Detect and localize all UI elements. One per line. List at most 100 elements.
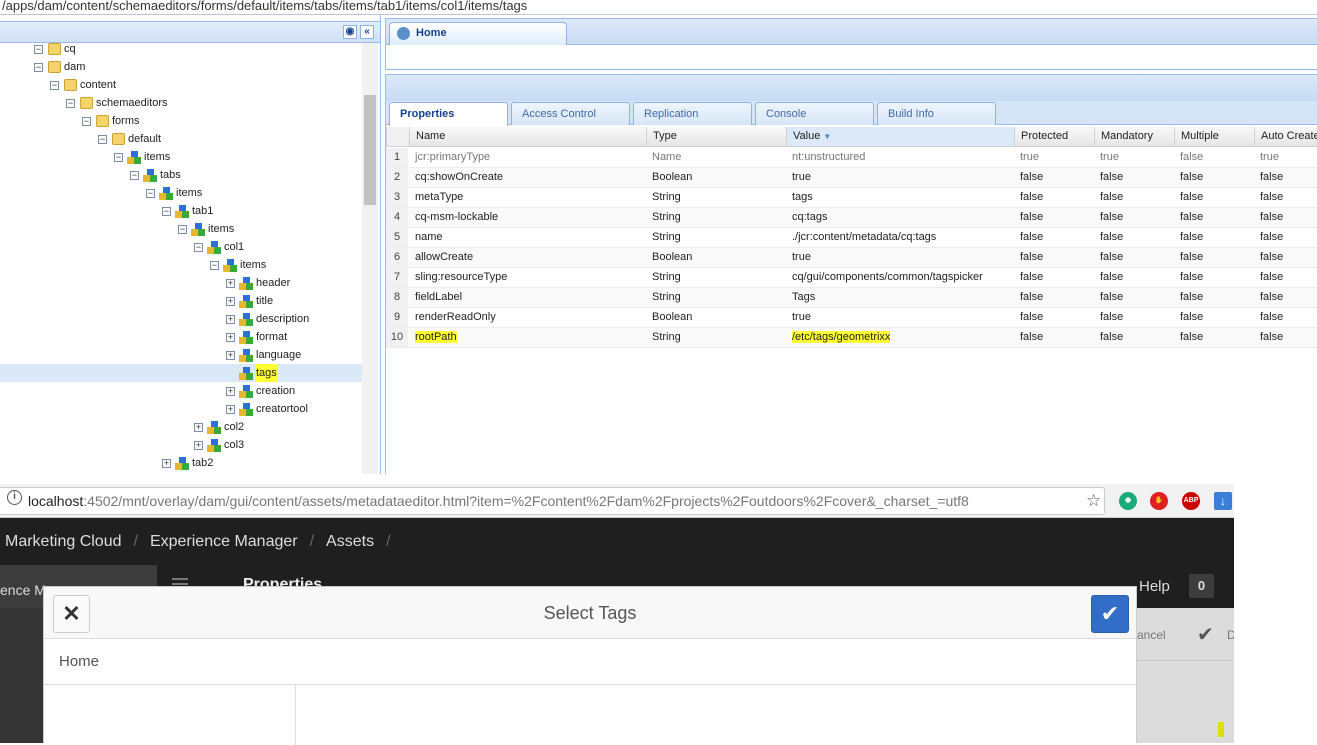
expand-toggle-icon[interactable]: + [194,441,203,450]
folder-icon [48,61,61,73]
column-header-type[interactable]: Type [646,127,786,146]
expand-toggle-icon[interactable]: + [226,315,235,324]
notification-badge[interactable]: 0 [1189,574,1214,598]
collapse-toggle-icon[interactable]: − [34,45,43,54]
expand-toggle-icon[interactable]: + [226,279,235,288]
tree-node-cq[interactable]: − cq [0,40,362,58]
collapse-toggle-icon[interactable]: − [66,99,75,108]
tree-node-header[interactable]: + header [0,274,362,292]
table-row[interactable]: 2 cq:showOnCreate Boolean true false false fal… [386,168,1317,188]
address-bar[interactable]: localhost:4502/mnt/overlay/dam/gui/conte… [0,487,1105,515]
tree-node-content[interactable]: − content [0,76,362,94]
tree-node-creatortool[interactable]: + creatortool [0,400,362,418]
table-row[interactable]: 8 fieldLabel String Tags false false false fals… [386,288,1317,308]
collapse-toggle-icon[interactable]: − [98,135,107,144]
expand-toggle-icon[interactable]: + [226,351,235,360]
tree-node-creation[interactable]: + creation [0,382,362,400]
dialog-breadcrumb-home[interactable]: Home [44,640,1136,685]
tree-node-col3[interactable]: + col3 [0,436,362,454]
column-header-auto-create[interactable]: Auto Create [1254,127,1317,146]
confirm-check-icon[interactable]: ✔ [1091,595,1129,633]
tree-node-label: items [176,187,203,199]
tree-scrollbar-thumb[interactable] [364,95,376,205]
table-row[interactable]: 3 metaType String tags false false false false [386,188,1317,208]
tree-node-col1[interactable]: − col1 [0,238,362,256]
tree-node-items[interactable]: − items [0,256,362,274]
collapse-double-chevron-icon[interactable]: « [360,25,374,39]
table-row[interactable]: 10 rootPath String/etc/tags/geometrixx fals… [386,328,1317,348]
tree-node-forms[interactable]: − forms [0,112,362,130]
tree-node-label: items [144,151,171,163]
tree-node-items[interactable]: − items [0,220,362,238]
tab-console[interactable]: Console [755,102,874,125]
collapse-toggle-icon[interactable]: − [82,117,91,126]
tab-access-control[interactable]: Access Control [511,102,630,125]
download-arrow-icon[interactable]: ↓ [1214,492,1232,510]
collapse-toggle-icon[interactable]: − [210,261,219,270]
tree-node-description[interactable]: + description [0,310,362,328]
tree-node-tabs[interactable]: − tabs [0,166,362,184]
cell-text: false [1260,211,1284,223]
table-row[interactable]: 7 sling:resourceType String cq/gui/componen… [386,268,1317,288]
expand-toggle-icon[interactable]: + [226,333,235,342]
expand-toggle-icon[interactable]: + [162,459,171,468]
collapse-toggle-icon[interactable]: − [34,63,43,72]
expand-toggle-icon[interactable]: + [226,387,235,396]
tab-properties[interactable]: Properties [389,102,508,126]
tree-node-title[interactable]: + title [0,292,362,310]
menu-icon[interactable] [172,578,188,580]
tree-node-schemaeditors[interactable]: − schemaeditors [0,94,362,112]
tree-node-items[interactable]: − items [0,184,362,202]
table-row[interactable]: 4 cq-msm-lockable String cq:tags false false f… [386,208,1317,228]
column-header-mandatory[interactable]: Mandatory [1094,127,1174,146]
collapse-toggle-icon[interactable]: − [50,81,59,90]
table-row[interactable]: 6 allowCreate Boolean true false false false fa… [386,248,1317,268]
cell-text: jcr:primaryType [415,151,491,163]
table-row[interactable]: 9 renderReadOnly Boolean true false false fals… [386,308,1317,328]
collapse-toggle-icon[interactable]: − [178,225,187,234]
table-row[interactable]: 1 jcr:primaryType Name nt:unstructured true t… [386,148,1317,168]
tree-node-language[interactable]: + language [0,346,362,364]
tree-node-tags[interactable]: tags [0,364,362,382]
cell-auto-create: false [1254,288,1317,307]
column-header-name[interactable]: Name [409,127,646,146]
done-button[interactable]: D [1227,628,1234,642]
tab-build-info[interactable]: Build Info [877,102,996,125]
tab-home[interactable]: Home [389,22,567,45]
cell-text: false [1100,231,1124,243]
tree-node-col2[interactable]: + col2 [0,418,362,436]
tree-node-layout[interactable]: +layout [0,472,362,474]
crumb-marketing-cloud[interactable]: Marketing Cloud [5,533,122,550]
eye-extension-icon[interactable]: ◉ [1119,492,1137,510]
tree-node-items[interactable]: − items [0,148,362,166]
tree-node-format[interactable]: + format [0,328,362,346]
adblock-plus-icon[interactable]: ABP [1182,492,1200,510]
tree-node-tab2[interactable]: + tab2 [0,454,362,472]
tree-node-default[interactable]: − default [0,130,362,148]
checkmark-icon[interactable]: ✔ [1197,622,1214,647]
column-header-protected[interactable]: Protected [1014,127,1094,146]
table-row[interactable]: 5 name String ./jcr:content/metadata/cq:tag… [386,228,1317,248]
path-bar: /apps/dam/content/schemaeditors/forms/de… [0,0,1317,15]
binoculars-icon[interactable]: ◉ [343,25,357,39]
bookmark-star-icon[interactable]: ☆ [1086,491,1101,511]
collapse-toggle-icon[interactable]: − [162,207,171,216]
collapse-toggle-icon[interactable]: − [114,153,123,162]
tree-node-dam[interactable]: − dam [0,58,362,76]
expand-toggle-icon[interactable]: + [226,297,235,306]
collapse-toggle-icon[interactable]: − [194,243,203,252]
column-header-value[interactable]: Value ▼ [786,127,1014,146]
crumb-experience-manager[interactable]: Experience Manager [150,533,298,550]
crumb-assets[interactable]: Assets [326,533,374,550]
tree-node-tab1[interactable]: − tab1 [0,202,362,220]
expand-toggle-icon[interactable]: + [194,423,203,432]
collapse-toggle-icon[interactable]: − [130,171,139,180]
hand-stop-extension-icon[interactable]: ✋ [1150,492,1168,510]
help-link[interactable]: Help [1139,578,1170,595]
info-icon[interactable]: i [7,490,22,505]
cancel-button[interactable]: ancel [1137,628,1166,642]
expand-toggle-icon[interactable]: + [226,405,235,414]
tab-replication[interactable]: Replication [633,102,752,125]
column-header-multiple[interactable]: Multiple [1174,127,1254,146]
collapse-toggle-icon[interactable]: − [146,189,155,198]
